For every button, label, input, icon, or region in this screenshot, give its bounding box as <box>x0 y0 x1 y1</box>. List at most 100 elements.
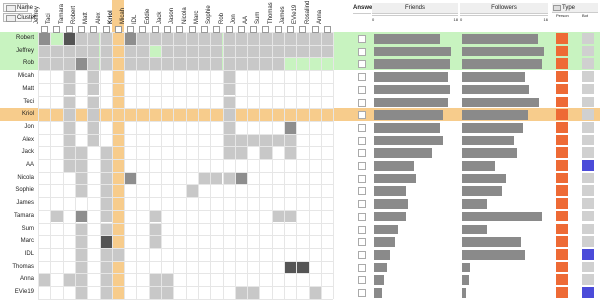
matrix-cell[interactable] <box>100 160 112 172</box>
matrix-cell[interactable] <box>75 287 88 299</box>
matrix-cell[interactable] <box>63 121 75 134</box>
matrix-cell[interactable] <box>100 274 112 286</box>
matrix-cell[interactable] <box>223 45 235 58</box>
matrix-cell[interactable] <box>235 147 248 159</box>
matrix-cell[interactable] <box>211 45 223 58</box>
matrix-cell[interactable] <box>149 58 161 71</box>
answer-checkbox[interactable] <box>358 111 366 120</box>
column-checkbox[interactable] <box>200 26 208 33</box>
matrix-cell[interactable] <box>137 33 149 45</box>
column-checkbox[interactable] <box>53 26 61 33</box>
matrix-cell[interactable] <box>235 33 248 45</box>
matrix-cell[interactable] <box>260 45 272 58</box>
matrix-cell[interactable] <box>63 33 75 45</box>
matrix-cell[interactable] <box>75 160 88 172</box>
matrix-cell[interactable] <box>75 248 88 261</box>
answer-checkbox[interactable] <box>358 200 366 209</box>
matrix-cell[interactable] <box>100 261 112 274</box>
matrix-cell[interactable] <box>297 45 309 58</box>
column-checkbox[interactable] <box>77 26 85 33</box>
matrix-cell[interactable] <box>235 287 248 299</box>
matrix-cell[interactable] <box>309 33 321 45</box>
matrix-cell[interactable] <box>149 236 161 248</box>
row-label[interactable]: IDL <box>0 251 34 257</box>
column-checkbox[interactable] <box>287 26 294 33</box>
answer-checkbox[interactable] <box>358 47 366 56</box>
row-label[interactable]: Sum <box>0 226 34 232</box>
matrix-cell[interactable] <box>51 58 63 71</box>
matrix-cell[interactable] <box>125 58 137 71</box>
row-label[interactable]: Robert <box>0 35 34 41</box>
matrix-cell[interactable] <box>100 172 112 185</box>
matrix-cell[interactable] <box>100 198 112 210</box>
column-checkbox[interactable] <box>250 26 258 33</box>
matrix-cell[interactable] <box>137 45 149 58</box>
matrix-cell[interactable] <box>285 147 297 159</box>
matrix-cell[interactable] <box>260 58 272 71</box>
column-checkbox[interactable] <box>41 26 48 33</box>
row-label[interactable]: Anna <box>0 276 34 282</box>
column-checkbox[interactable] <box>102 26 110 33</box>
answer-checkbox[interactable] <box>358 250 366 259</box>
matrix-cell[interactable] <box>223 121 235 134</box>
matrix-cell[interactable] <box>272 210 284 223</box>
type-header[interactable]: Type <box>552 3 598 13</box>
row-label[interactable]: Jack <box>0 149 34 155</box>
friends-header[interactable]: Friends <box>372 3 458 14</box>
matrix-cell[interactable] <box>100 248 112 261</box>
matrix-cell[interactable] <box>63 160 75 172</box>
matrix-cell[interactable] <box>223 109 235 121</box>
matrix-cell[interactable] <box>63 96 75 109</box>
column-checkbox[interactable] <box>299 26 307 33</box>
matrix-cell[interactable] <box>112 248 125 261</box>
matrix-cell[interactable] <box>162 33 174 45</box>
row-label[interactable]: Jon <box>0 124 34 130</box>
matrix-cell[interactable] <box>88 58 100 71</box>
matrix-cell[interactable] <box>162 287 174 299</box>
matrix-cell[interactable] <box>174 45 186 58</box>
matrix-cell[interactable] <box>285 261 297 274</box>
matrix-cell[interactable] <box>88 134 100 147</box>
matrix-cell[interactable] <box>198 45 211 58</box>
row-label[interactable]: James <box>0 200 34 206</box>
matrix-cell[interactable] <box>75 210 88 223</box>
matrix-cell[interactable] <box>285 134 297 147</box>
matrix-cell[interactable] <box>100 223 112 236</box>
matrix-cell[interactable] <box>75 45 88 58</box>
matrix-cell[interactable] <box>297 261 309 274</box>
row-label[interactable]: Matt <box>0 86 34 92</box>
matrix-cell[interactable] <box>63 83 75 96</box>
matrix-cell[interactable] <box>235 58 248 71</box>
matrix-cell[interactable] <box>248 33 260 45</box>
matrix-cell[interactable] <box>137 58 149 71</box>
matrix-cell[interactable] <box>198 33 211 45</box>
column-checkbox[interactable] <box>164 26 171 33</box>
answer-checkbox[interactable] <box>358 136 366 145</box>
row-label[interactable]: EVie19 <box>0 289 34 295</box>
row-label[interactable]: Tamara <box>0 213 34 219</box>
column-checkbox[interactable] <box>176 26 184 33</box>
matrix-cell[interactable] <box>100 33 112 45</box>
answer-checkbox[interactable] <box>358 174 366 183</box>
matrix-cell[interactable] <box>75 33 88 45</box>
answer-checkbox[interactable] <box>358 85 366 94</box>
answer-checkbox[interactable] <box>358 60 366 69</box>
matrix-cell[interactable] <box>51 210 63 223</box>
matrix-cell[interactable] <box>309 287 321 299</box>
row-label[interactable]: Micah <box>0 73 34 79</box>
matrix-cell[interactable] <box>211 33 223 45</box>
column-checkbox[interactable] <box>274 26 282 33</box>
answer-checkbox[interactable] <box>358 35 366 43</box>
matrix-cell[interactable] <box>149 33 161 45</box>
column-checkbox[interactable] <box>225 26 233 33</box>
matrix-cell[interactable] <box>260 147 272 159</box>
matrix-cell[interactable] <box>297 33 309 45</box>
row-label[interactable]: Nicola <box>0 175 34 181</box>
column-checkbox[interactable] <box>139 26 147 33</box>
answer-checkbox[interactable] <box>358 225 366 234</box>
answer-checkbox[interactable] <box>358 73 366 82</box>
column-checkbox[interactable] <box>188 26 196 33</box>
answer-checkbox[interactable] <box>358 212 366 221</box>
followers-header[interactable]: Followers <box>460 3 548 14</box>
matrix-cell[interactable] <box>223 33 235 45</box>
